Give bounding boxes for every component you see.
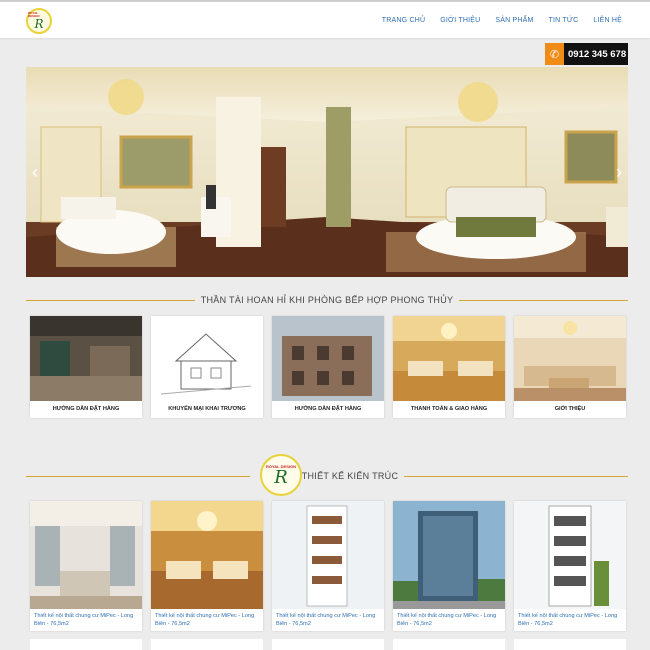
project-link[interactable]: Thiết kế nội thất chung cư MiPec - Long … — [272, 609, 384, 631]
nav-home[interactable]: TRANG CHỦ — [382, 17, 425, 24]
project-card[interactable]: Thiết kế nội thất chung cư MiPec - Long … — [514, 501, 626, 631]
project-link[interactable]: Thiết kế nội thất chung cư MiPec - Long … — [30, 609, 142, 631]
nav-news[interactable]: TIN TỨC — [549, 17, 579, 24]
bedroom-hero-image — [26, 67, 628, 277]
badge-letter: R — [274, 466, 288, 488]
royal-design-badge: ROYAL DESIGN R — [260, 454, 302, 496]
hero-slider[interactable]: ‹ › — [26, 67, 628, 277]
card-caption: HƯỚNG DẪN ĐẶT HÀNG — [294, 406, 362, 412]
slider-next-arrow[interactable]: › — [612, 163, 626, 181]
project-link[interactable]: Thiết kế nội thất chung cư MiPec - Long … — [393, 609, 505, 631]
card-caption: HƯỚNG DẪN ĐẶT HÀNG — [52, 406, 120, 412]
slider-prev-arrow[interactable]: ‹ — [28, 163, 42, 181]
project-card[interactable]: Thiết kế nội thất chung cư MiPec - Long … — [151, 501, 263, 631]
site-logo[interactable]: ROYAL DESIGN R — [26, 8, 52, 34]
info-card[interactable]: KHUYẾN MẠI KHAI TRƯƠNG — [151, 316, 263, 418]
card-image — [151, 501, 263, 609]
logo-letter: R — [34, 17, 44, 31]
title-divider — [404, 475, 628, 477]
card-caption: KHUYẾN MẠI KHAI TRƯƠNG — [168, 406, 246, 412]
card-image — [514, 501, 626, 609]
project-card[interactable] — [151, 639, 263, 650]
title-divider — [459, 299, 628, 301]
nav-contact[interactable]: LIÊN HỆ — [593, 17, 622, 24]
card-image — [272, 316, 384, 401]
nav-about[interactable]: GIỚI THIỆU — [440, 17, 480, 24]
card-caption: THANH TOÁN & GIAO HÀNG — [410, 406, 488, 412]
project-card[interactable]: Thiết kế nội thất chung cư MiPec - Long … — [30, 501, 142, 631]
project-card[interactable] — [514, 639, 626, 650]
phone-button[interactable]: ✆ 0912 345 678 — [545, 43, 628, 65]
card-image — [30, 316, 142, 401]
card-caption: GIỚI THIỆU — [554, 406, 586, 412]
section-feng-shui-title: THẦN TÀI HOAN HỈ KHI PHÒNG BẾP HỢP PHONG… — [26, 295, 628, 305]
phone-number: 0912 345 678 — [568, 48, 627, 60]
phone-icon: ✆ — [545, 43, 564, 65]
card-image — [151, 316, 263, 401]
info-card[interactable]: THANH TOÁN & GIAO HÀNG — [393, 316, 505, 418]
card-image — [393, 501, 505, 609]
info-card[interactable]: HƯỚNG DẪN ĐẶT HÀNG — [272, 316, 384, 418]
section-title-text: THẦN TÀI HOAN HỈ KHI PHÒNG BẾP HỢP PHONG… — [200, 295, 454, 305]
section-architecture-title: THIẾT KẾ KIẾN TRÚC — [26, 471, 628, 481]
project-card[interactable] — [393, 639, 505, 650]
project-card[interactable] — [30, 639, 142, 650]
info-card[interactable]: HƯỚNG DẪN ĐẶT HÀNG — [30, 316, 142, 418]
project-card-grid: Thiết kế nội thất chung cư MiPec - Long … — [30, 501, 626, 631]
project-link[interactable]: Thiết kế nội thất chung cư MiPec - Long … — [514, 609, 626, 631]
top-navbar: ROYAL DESIGN R TRANG CHỦ GIỚI THIỆU SẢN … — [0, 0, 650, 38]
info-card[interactable]: GIỚI THIỆU — [514, 316, 626, 418]
card-image — [514, 316, 626, 401]
card-image — [393, 316, 505, 401]
card-image — [30, 501, 142, 609]
title-divider — [26, 299, 195, 301]
main-nav: TRANG CHỦ GIỚI THIỆU SẢN PHẨM TIN TỨC LI… — [382, 17, 622, 24]
project-link[interactable]: Thiết kế nội thất chung cư MiPec - Long … — [151, 609, 263, 631]
title-divider — [26, 475, 250, 477]
project-card[interactable]: Thiết kế nội thất chung cư MiPec - Long … — [393, 501, 505, 631]
project-card[interactable]: Thiết kế nội thất chung cư MiPec - Long … — [272, 501, 384, 631]
card-image — [272, 501, 384, 609]
info-card-grid: HƯỚNG DẪN ĐẶT HÀNG KHUYẾN MẠI KHAI TRƯƠN… — [30, 316, 626, 418]
next-row-partial — [30, 639, 626, 650]
nav-products[interactable]: SẢN PHẨM — [495, 17, 533, 24]
project-card[interactable] — [272, 639, 384, 650]
